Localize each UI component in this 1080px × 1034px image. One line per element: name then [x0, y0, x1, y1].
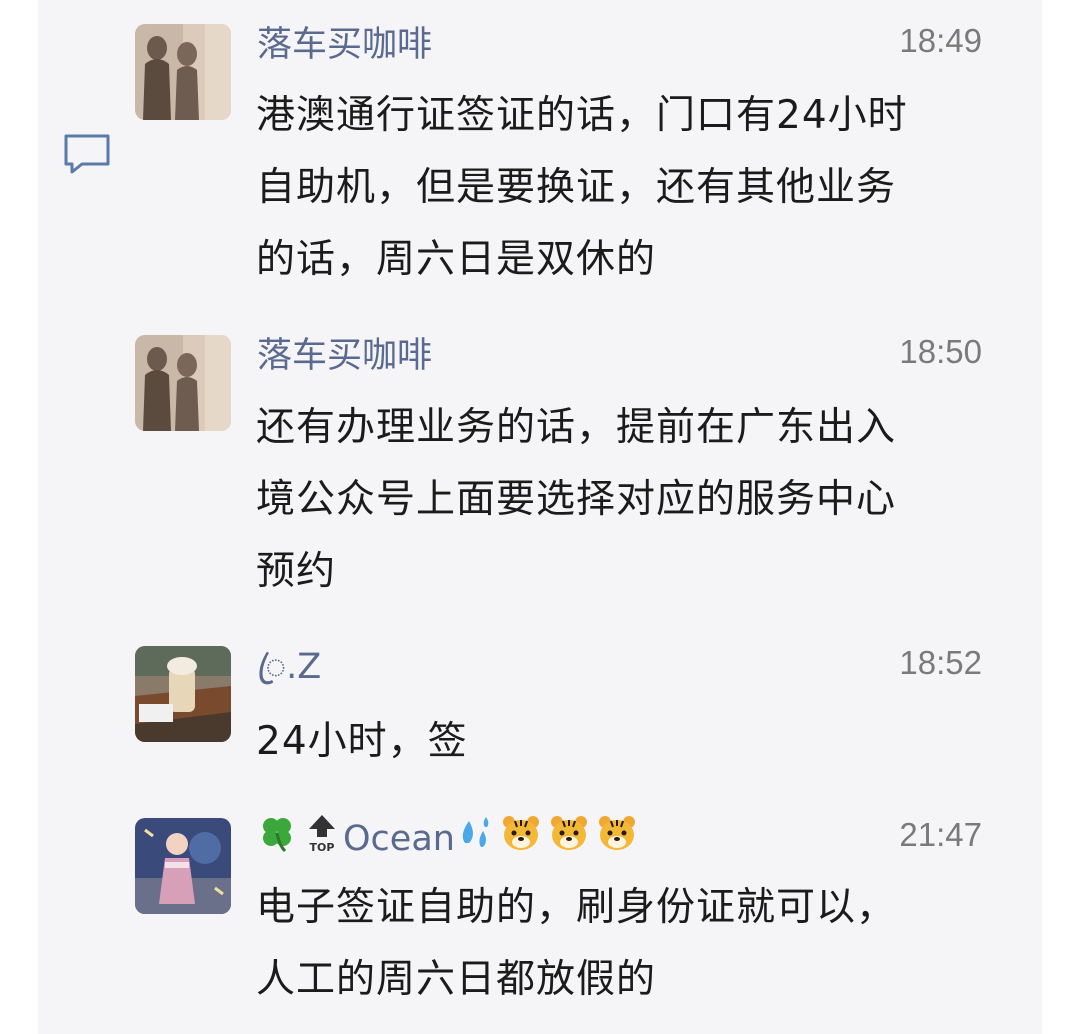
message-text: 港澳通行证签证的话，门口有24小时 自助机，但是要换证，还有其他业务 的话，周六… — [256, 80, 986, 296]
sweat-droplets-emoji — [455, 813, 493, 865]
svg-text:TOP: TOP — [310, 841, 335, 853]
sender-name[interactable]: 落车买咖啡 — [257, 333, 432, 379]
sender-name[interactable]: ꦿ.Z — [257, 644, 321, 690]
tiger-face-emoji — [597, 813, 637, 865]
message-line: 还有办理业务的话，提前在广东出入 — [256, 405, 897, 450]
tiger-face-emoji — [501, 813, 541, 865]
message-line: 港澳通行证签证的话，门口有24小时 — [256, 93, 908, 138]
message-line: 自助机，但是要换证，还有其他业务 — [256, 165, 897, 210]
comment-icon[interactable] — [62, 132, 112, 176]
message-line: 人工的周六日都放假的 — [256, 957, 657, 1002]
four-leaf-clover-emoji — [257, 813, 297, 865]
avatar[interactable] — [135, 646, 231, 742]
top-arrow-emoji: TOP — [305, 813, 339, 865]
avatar[interactable] — [135, 818, 231, 914]
message-line: 预约 — [256, 549, 337, 594]
message-line: 电子签证自助的，刷身份证就可以， — [256, 885, 897, 930]
message-text: 电子签证自助的，刷身份证就可以， 人工的周六日都放假的 — [256, 872, 986, 1016]
avatar[interactable] — [135, 24, 231, 120]
sender-name-text: Ocean — [343, 819, 455, 859]
tiger-face-emoji — [549, 813, 589, 865]
message-line: 境公众号上面要选择对应的服务中心 — [256, 477, 897, 522]
sender-name[interactable]: 落车买咖啡 — [257, 22, 432, 68]
message-text: 还有办理业务的话，提前在广东出入 境公众号上面要选择对应的服务中心 预约 — [256, 392, 986, 608]
sender-name[interactable]: TOP Ocean — [257, 813, 637, 865]
message-line: 的话，周六日是双休的 — [256, 237, 657, 282]
message-time: 18:49 — [899, 22, 982, 59]
message-time: 18:52 — [899, 644, 982, 681]
message-time: 21:47 — [899, 816, 982, 853]
message-line: 24小时，签 — [256, 719, 468, 764]
avatar[interactable] — [135, 335, 231, 431]
message-text: 24小时，签 — [256, 706, 986, 778]
message-time: 18:50 — [899, 333, 982, 370]
